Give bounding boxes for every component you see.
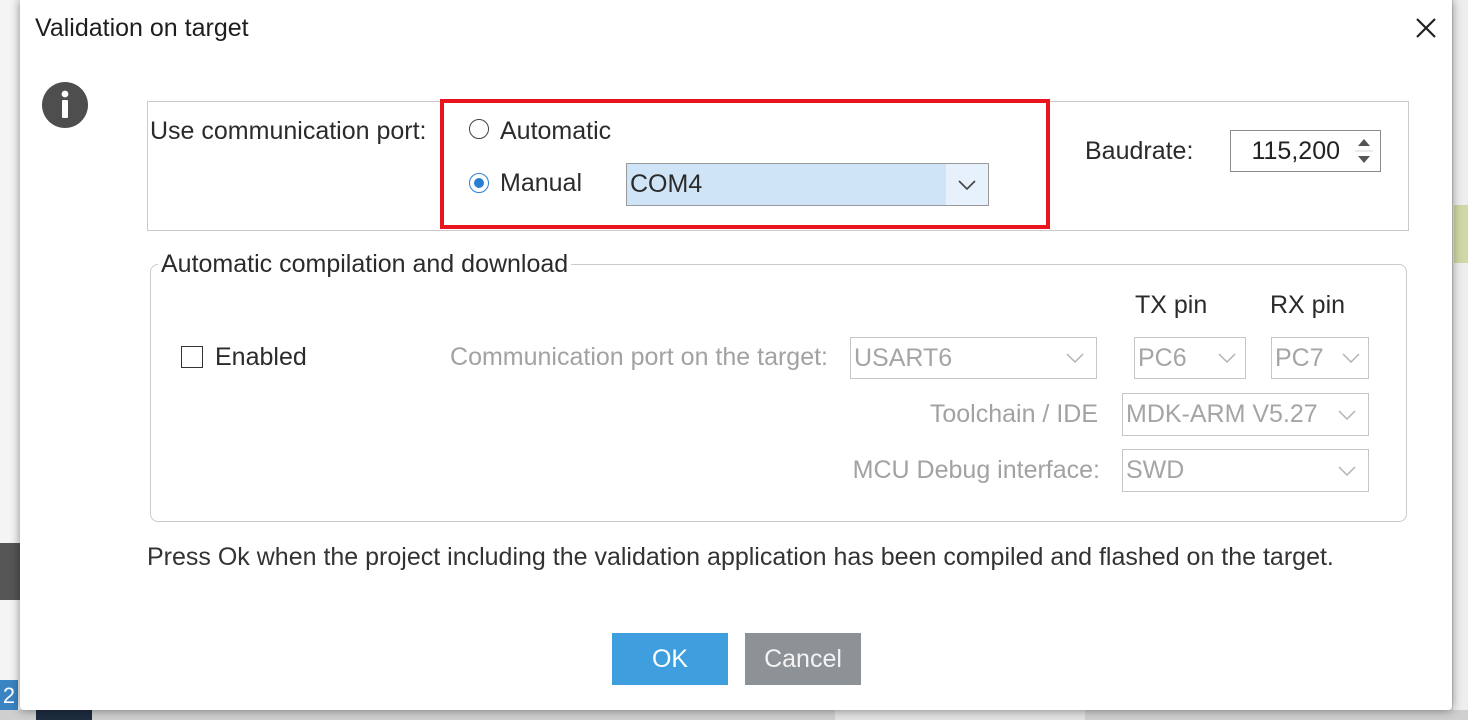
port-label: Use communication port: [150,117,427,145]
background-left-strip [0,0,20,720]
rx-pin-header: RX pin [1270,291,1346,319]
background-highlight [1454,205,1468,263]
tx-pin-value: PC6 [1138,344,1187,372]
ok-button[interactable]: OK [612,633,728,685]
chevron-down-icon[interactable] [1338,409,1356,420]
enabled-checkbox[interactable] [181,346,203,368]
spinner-down-icon [1358,156,1370,163]
validation-dialog: Validation on target Use communication p… [20,0,1452,710]
instruction-message: Press Ok when the project including the … [147,543,1334,571]
enabled-label[interactable]: Enabled [215,342,307,372]
background-bottom-block [36,710,92,720]
radio-manual[interactable] [469,173,489,193]
target-comm-port-value: USART6 [854,344,953,372]
chevron-down-icon[interactable] [1218,353,1236,363]
rx-pin-select[interactable]: PC7 [1271,337,1369,379]
chevron-down-icon[interactable] [1338,465,1356,476]
radio-manual-label[interactable]: Manual [500,168,582,198]
radio-automatic[interactable] [469,119,489,139]
com-port-value: COM4 [630,170,703,198]
background-right-strip [1452,0,1468,720]
background-bottom-light [835,710,1085,720]
tx-pin-select[interactable]: PC6 [1134,337,1246,379]
debug-interface-value: SWD [1126,456,1185,484]
baudrate-spinner[interactable]: 115,200 [1230,130,1381,172]
background-bottom-strip [0,710,1468,720]
chevron-down-icon[interactable] [958,179,976,190]
target-comm-port-select[interactable]: USART6 [850,337,1097,379]
toolchain-select[interactable]: MDK-ARM V5.27 [1122,393,1369,436]
dialog-title: Validation on target [35,14,249,42]
baudrate-label: Baudrate: [1085,137,1194,165]
auto-compile-legend: Automatic compilation and download [158,249,572,279]
radio-automatic-label[interactable]: Automatic [500,116,611,146]
cancel-button[interactable]: Cancel [745,633,861,685]
spinner-up-icon [1358,139,1370,146]
debug-interface-select[interactable]: SWD [1122,449,1369,492]
chevron-down-icon[interactable] [1342,353,1360,363]
baudrate-value[interactable]: 115,200 [1251,131,1340,171]
rx-pin-value: PC7 [1275,344,1324,372]
toolchain-value: MDK-ARM V5.27 [1126,400,1318,428]
info-icon [42,82,88,128]
toolchain-label: Toolchain / IDE [929,400,1098,428]
debug-interface-label: MCU Debug interface: [852,456,1100,484]
background-dark-block [0,543,20,600]
target-comm-port-label: Communication port on the target: [450,343,828,371]
tx-pin-header: TX pin [1135,291,1208,319]
spinner-arrows[interactable] [1355,134,1373,168]
close-icon[interactable] [1415,17,1437,39]
com-port-select[interactable]: COM4 [626,163,989,206]
chevron-down-icon[interactable] [1066,353,1084,363]
background-taskbar-badge: 2 [0,680,18,712]
